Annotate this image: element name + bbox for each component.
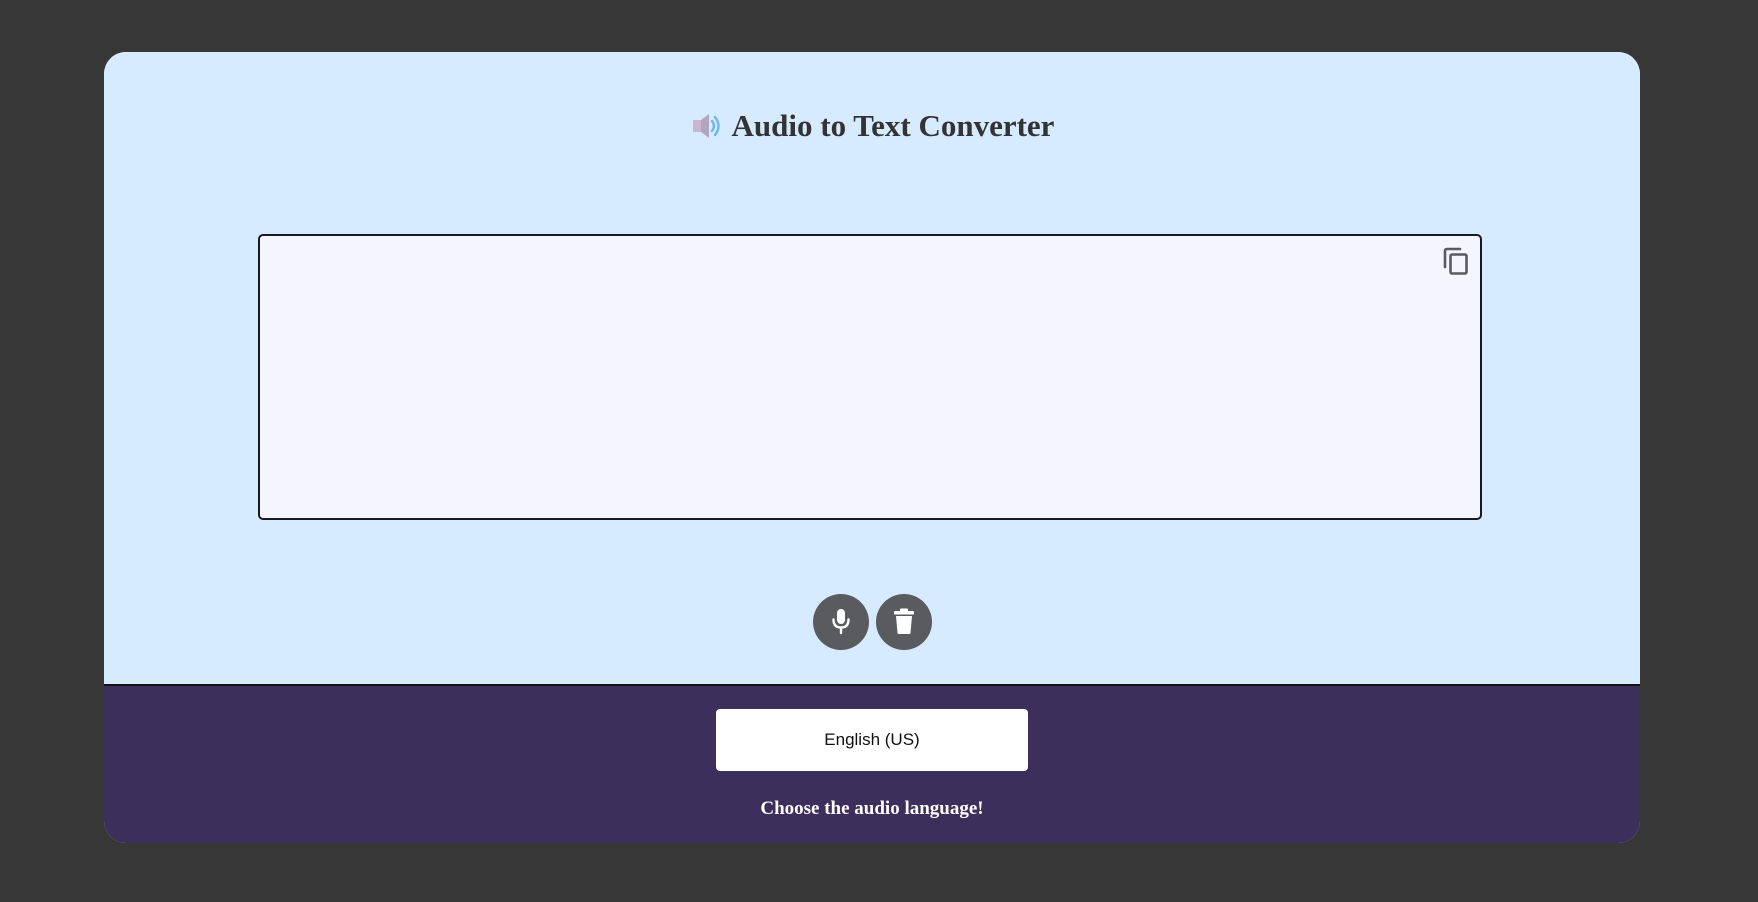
converter-card: Audio to Text Converter English (US) Cho… bbox=[104, 52, 1640, 843]
record-button[interactable] bbox=[812, 594, 869, 650]
clear-button[interactable] bbox=[875, 594, 932, 650]
language-hint: Choose the audio language! bbox=[760, 798, 984, 819]
transcript-textarea[interactable] bbox=[258, 234, 1482, 520]
page-title: Audio to Text Converter bbox=[104, 106, 1640, 146]
footer-panel: English (US) Choose the audio language! bbox=[104, 686, 1640, 843]
speaker-icon bbox=[690, 111, 724, 141]
trash-icon bbox=[892, 607, 916, 638]
copy-button[interactable] bbox=[1441, 247, 1471, 282]
copy-icon bbox=[1442, 247, 1470, 282]
language-select[interactable]: English (US) bbox=[716, 709, 1028, 771]
microphone-icon bbox=[829, 607, 853, 638]
title-text: Audio to Text Converter bbox=[731, 108, 1055, 143]
controls bbox=[104, 594, 1640, 650]
main-panel: Audio to Text Converter bbox=[104, 52, 1640, 686]
